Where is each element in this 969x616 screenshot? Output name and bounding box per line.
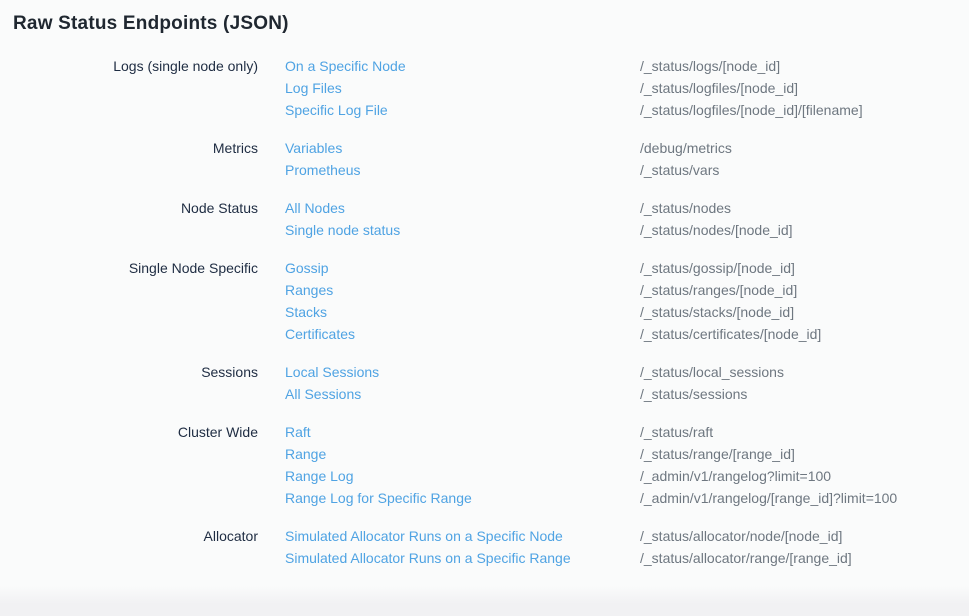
section-node-status: Node Status All Nodes /_status/nodes Sin… (0, 197, 969, 241)
endpoint-row: Local Sessions /_status/local_sessions (285, 361, 784, 383)
endpoint-path: /_status/ranges/[node_id] (640, 279, 797, 301)
endpoint-path: /_admin/v1/rangelog/[range_id]?limit=100 (640, 487, 897, 509)
endpoint-path: /_status/logfiles/[node_id] (640, 77, 798, 99)
section-allocator: Allocator Simulated Allocator Runs on a … (0, 525, 969, 569)
endpoint-row: Ranges /_status/ranges/[node_id] (285, 279, 821, 301)
endpoint-row: Certificates /_status/certificates/[node… (285, 323, 821, 345)
endpoints-list: Logs (single node only) On a Specific No… (0, 55, 969, 569)
footer-strip (0, 586, 969, 616)
endpoint-path: /_status/logs/[node_id] (640, 55, 780, 77)
endpoint-link-range-log[interactable]: Range Log (285, 465, 640, 487)
endpoint-link-log-files[interactable]: Log Files (285, 77, 640, 99)
endpoint-row: All Sessions /_status/sessions (285, 383, 784, 405)
endpoint-link-variables[interactable]: Variables (285, 137, 640, 159)
endpoint-row: Range /_status/range/[range_id] (285, 443, 897, 465)
endpoint-link-ranges[interactable]: Ranges (285, 279, 640, 301)
endpoint-link-specific-log-file[interactable]: Specific Log File (285, 99, 640, 121)
endpoint-row: Stacks /_status/stacks/[node_id] (285, 301, 821, 323)
category-label-logs: Logs (single node only) (0, 55, 258, 121)
section-metrics: Metrics Variables /debug/metrics Prometh… (0, 137, 969, 181)
endpoint-link-local-sessions[interactable]: Local Sessions (285, 361, 640, 383)
category-label-allocator: Allocator (0, 525, 258, 569)
endpoint-row: Log Files /_status/logfiles/[node_id] (285, 77, 863, 99)
endpoint-link-range-log-specific-range[interactable]: Range Log for Specific Range (285, 487, 640, 509)
endpoint-path: /_admin/v1/rangelog?limit=100 (640, 465, 831, 487)
endpoint-path: /_status/logfiles/[node_id]/[filename] (640, 99, 863, 121)
endpoint-link-on-a-specific-node[interactable]: On a Specific Node (285, 55, 640, 77)
endpoint-link-raft[interactable]: Raft (285, 421, 640, 443)
category-label-sessions: Sessions (0, 361, 258, 405)
endpoint-link-certificates[interactable]: Certificates (285, 323, 640, 345)
endpoint-row: On a Specific Node /_status/logs/[node_i… (285, 55, 863, 77)
section-cluster-wide: Cluster Wide Raft /_status/raft Range /_… (0, 421, 969, 509)
endpoint-path: /_status/nodes/[node_id] (640, 219, 793, 241)
endpoint-row: All Nodes /_status/nodes (285, 197, 793, 219)
section-sessions: Sessions Local Sessions /_status/local_s… (0, 361, 969, 405)
section-logs: Logs (single node only) On a Specific No… (0, 55, 969, 121)
endpoint-path: /_status/vars (640, 159, 719, 181)
endpoint-path: /_status/allocator/range/[range_id] (640, 547, 852, 569)
endpoint-path: /debug/metrics (640, 137, 732, 159)
endpoint-link-gossip[interactable]: Gossip (285, 257, 640, 279)
endpoint-row: Simulated Allocator Runs on a Specific N… (285, 525, 852, 547)
section-single-node-specific: Single Node Specific Gossip /_status/gos… (0, 257, 969, 345)
endpoint-path: /_status/raft (640, 421, 713, 443)
endpoint-row: Prometheus /_status/vars (285, 159, 732, 181)
endpoint-link-single-node-status[interactable]: Single node status (285, 219, 640, 241)
endpoint-row: Gossip /_status/gossip/[node_id] (285, 257, 821, 279)
endpoint-link-all-sessions[interactable]: All Sessions (285, 383, 640, 405)
endpoint-path: /_status/allocator/node/[node_id] (640, 525, 842, 547)
endpoint-path: /_status/sessions (640, 383, 747, 405)
endpoint-link-prometheus[interactable]: Prometheus (285, 159, 640, 181)
endpoint-path: /_status/range/[range_id] (640, 443, 795, 465)
endpoint-row: Variables /debug/metrics (285, 137, 732, 159)
endpoint-link-range[interactable]: Range (285, 443, 640, 465)
category-label-node-status: Node Status (0, 197, 258, 241)
endpoint-path: /_status/local_sessions (640, 361, 784, 383)
endpoint-path: /_status/gossip/[node_id] (640, 257, 795, 279)
endpoint-row: Single node status /_status/nodes/[node_… (285, 219, 793, 241)
endpoint-path: /_status/certificates/[node_id] (640, 323, 821, 345)
endpoint-row: Specific Log File /_status/logfiles/[nod… (285, 99, 863, 121)
endpoint-link-all-nodes[interactable]: All Nodes (285, 197, 640, 219)
endpoint-link-simulated-allocator-range[interactable]: Simulated Allocator Runs on a Specific R… (285, 547, 640, 569)
endpoint-row: Range Log for Specific Range /_admin/v1/… (285, 487, 897, 509)
category-label-cluster-wide: Cluster Wide (0, 421, 258, 509)
endpoint-link-stacks[interactable]: Stacks (285, 301, 640, 323)
endpoint-row: Range Log /_admin/v1/rangelog?limit=100 (285, 465, 897, 487)
endpoint-link-simulated-allocator-node[interactable]: Simulated Allocator Runs on a Specific N… (285, 525, 640, 547)
endpoint-path: /_status/nodes (640, 197, 731, 219)
endpoint-row: Raft /_status/raft (285, 421, 897, 443)
page-title: Raw Status Endpoints (JSON) (13, 13, 969, 34)
endpoint-path: /_status/stacks/[node_id] (640, 301, 794, 323)
category-label-metrics: Metrics (0, 137, 258, 181)
endpoint-row: Simulated Allocator Runs on a Specific R… (285, 547, 852, 569)
category-label-single-node-specific: Single Node Specific (0, 257, 258, 345)
